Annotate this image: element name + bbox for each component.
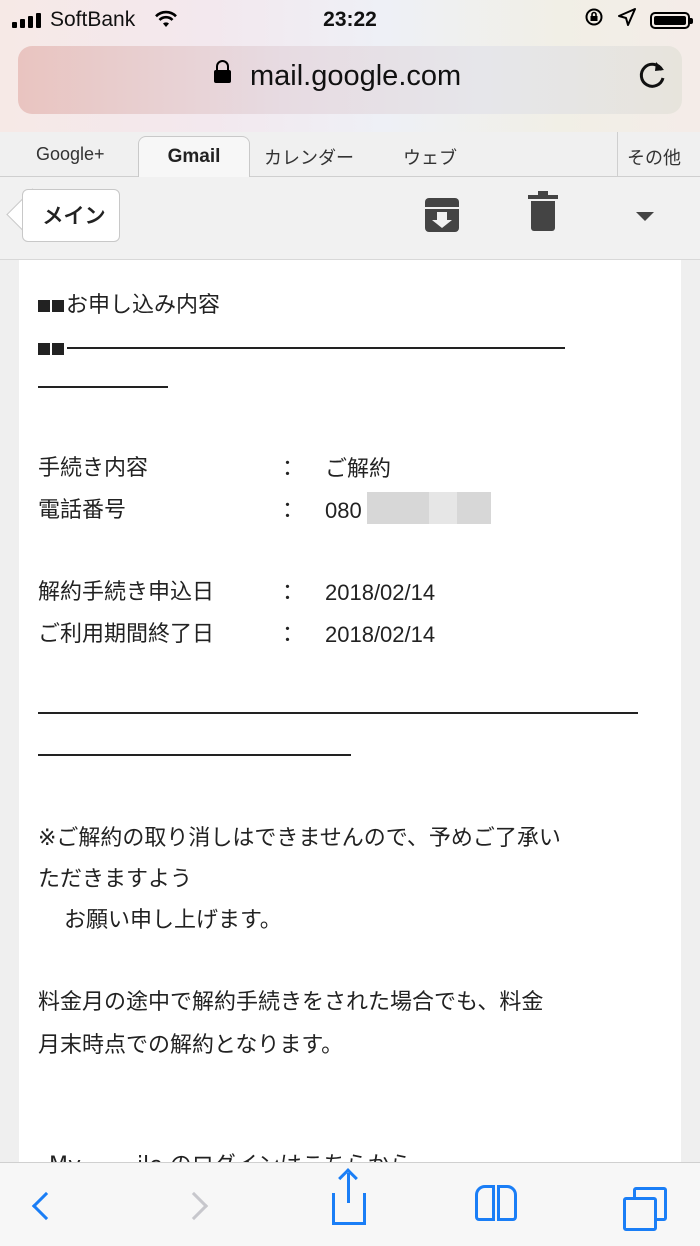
tab-google-plus[interactable]: Google+ (36, 144, 105, 165)
address-bar[interactable]: mail.google.com (18, 46, 682, 114)
divider-line (67, 347, 565, 349)
divider-line (38, 386, 168, 388)
lock-icon (214, 60, 231, 83)
redacted-block (367, 492, 491, 524)
tab-more[interactable]: その他 (627, 144, 681, 170)
note-text: ※ご解約の取り消しはできませんので、予めご了承い (38, 826, 561, 851)
row-label: 手続き内容 (38, 456, 149, 481)
status-bar: SoftBank 23:22 (0, 0, 700, 40)
row-label: 電話番号 (38, 498, 127, 523)
location-icon (618, 8, 636, 32)
share-icon[interactable] (332, 1173, 366, 1225)
row-value: 2018/02/14 (325, 622, 436, 647)
row-label: ご利用期間終了日 (38, 622, 215, 647)
battery-icon (650, 11, 693, 29)
tab-calendar[interactable]: カレンダー (264, 144, 354, 170)
square-bullet (52, 343, 64, 355)
bookmarks-icon[interactable] (475, 1185, 523, 1225)
divider-line (38, 754, 351, 756)
row-colon: ： (282, 580, 305, 605)
url-text: mail.google.com (250, 60, 462, 92)
square-bullet (52, 300, 64, 312)
square-bullet (38, 343, 50, 355)
row-colon: ： (282, 498, 305, 523)
note-text: お願い申し上げます。 (64, 908, 282, 933)
rotation-lock-icon (584, 7, 604, 33)
tab-web[interactable]: ウェブ (403, 144, 457, 170)
browser-header: SoftBank 23:22 mail.google.com (0, 0, 700, 132)
email-body: お申し込み内容 手続き内容 ： ご解約 電話番号 ： 080 解約手続き申込日 … (19, 260, 681, 1165)
back-to-inbox-button[interactable]: メイン (22, 189, 120, 242)
note-text: ただきますよう (38, 867, 193, 892)
row-label: 解約手続き申込日 (38, 580, 215, 605)
row-value: ご解約 (325, 456, 392, 481)
row-colon: ： (282, 622, 305, 647)
row-colon: ： (282, 456, 305, 481)
reload-icon[interactable] (638, 58, 668, 99)
paragraph-text: 料金月の途中で解約手続きをされた場合でも、料金 (38, 990, 544, 1015)
divider-line (38, 712, 638, 714)
row-value: 2018/02/14 (325, 580, 436, 605)
back-icon[interactable] (31, 1191, 61, 1221)
divider-bullets (38, 328, 66, 370)
tabs-icon[interactable] (623, 1187, 669, 1233)
paragraph-text: 月末時点での解約となります。 (38, 1033, 344, 1058)
forward-icon[interactable] (179, 1191, 209, 1221)
chevron-down-icon[interactable] (636, 212, 654, 221)
service-tabs: Google+ Gmail カレンダー ウェブ その他 (0, 132, 700, 178)
tab-gmail[interactable]: Gmail (138, 136, 250, 178)
section-heading: お申し込み内容 (38, 285, 220, 327)
row-value: 080 (325, 498, 362, 523)
archive-icon[interactable] (425, 198, 459, 232)
square-bullet (38, 300, 50, 312)
trash-icon[interactable] (528, 191, 558, 231)
browser-bottom-toolbar (0, 1162, 700, 1246)
tab-divider (617, 132, 618, 176)
mail-toolbar: メイン (0, 177, 700, 260)
